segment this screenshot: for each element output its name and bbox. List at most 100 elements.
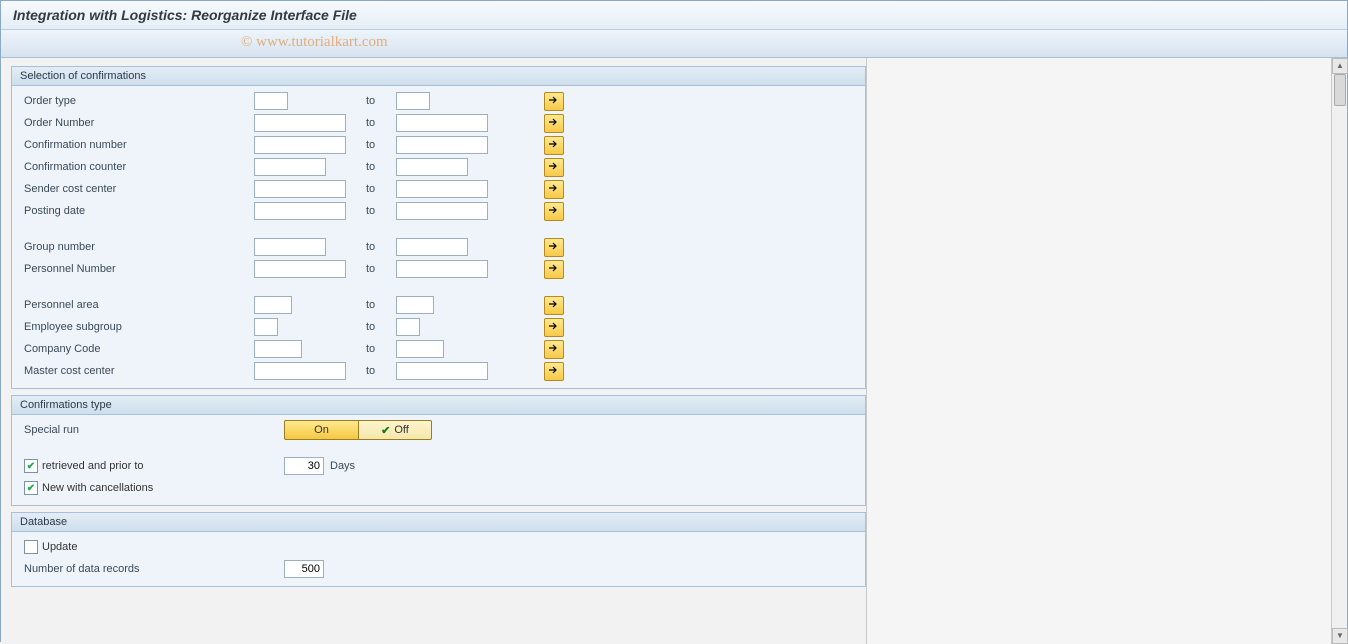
label-employee-subgroup: Employee subgroup bbox=[24, 321, 254, 333]
order-type-to-input[interactable] bbox=[396, 92, 430, 110]
confirmation-number-multiple-selection-button[interactable] bbox=[544, 136, 564, 155]
order-number-to-input[interactable] bbox=[396, 114, 488, 132]
toggle-on-label: On bbox=[314, 424, 329, 436]
range-row-confirmation-number: Confirmation number to bbox=[12, 134, 865, 156]
range-row-confirmation-counter: Confirmation counterto bbox=[12, 156, 865, 178]
special-run-off-button[interactable]: ✔ Off bbox=[358, 420, 432, 440]
arrow-right-icon bbox=[548, 161, 560, 174]
master-cost-center-to-input[interactable] bbox=[396, 362, 488, 380]
label-special-run: Special run bbox=[24, 424, 254, 436]
label-new-cancel: New with cancellations bbox=[42, 482, 153, 494]
update-checkbox[interactable] bbox=[24, 540, 38, 554]
scroll-up-icon[interactable]: ▲ bbox=[1332, 58, 1348, 74]
arrow-right-icon bbox=[548, 139, 560, 152]
group-header-conf-type: Confirmations type bbox=[12, 396, 865, 415]
to-label: to bbox=[366, 139, 396, 151]
arrow-right-icon bbox=[548, 241, 560, 254]
range-row-master-cost-center: Master cost centerto bbox=[12, 360, 865, 382]
company-code-multiple-selection-button[interactable] bbox=[544, 340, 564, 359]
sender-cost-center-multiple-selection-button[interactable] bbox=[544, 180, 564, 199]
arrow-right-icon bbox=[548, 117, 560, 130]
personnel-number-from-input[interactable] bbox=[254, 260, 346, 278]
toolbar: © www.tutorialkart.com bbox=[1, 30, 1347, 58]
posting-date-to-input[interactable] bbox=[396, 202, 488, 220]
to-label: to bbox=[366, 117, 396, 129]
personnel-number-multiple-selection-button[interactable] bbox=[544, 260, 564, 279]
arrow-right-icon bbox=[548, 365, 560, 378]
arrow-right-icon bbox=[548, 343, 560, 356]
new-cancel-checkbox[interactable]: ✔ bbox=[24, 481, 38, 495]
order-type-multiple-selection-button[interactable] bbox=[544, 92, 564, 111]
label-confirmation-number: Confirmation number bbox=[24, 139, 254, 151]
special-run-toggle[interactable]: On ✔ Off bbox=[284, 420, 432, 440]
master-cost-center-from-input[interactable] bbox=[254, 362, 346, 380]
arrow-right-icon bbox=[548, 299, 560, 312]
label-personnel-number: Personnel Number bbox=[24, 263, 254, 275]
confirmation-counter-multiple-selection-button[interactable] bbox=[544, 158, 564, 177]
company-code-from-input[interactable] bbox=[254, 340, 302, 358]
watermark-text: © www.tutorialkart.com bbox=[241, 34, 388, 51]
posting-date-multiple-selection-button[interactable] bbox=[544, 202, 564, 221]
label-personnel-area: Personnel area bbox=[24, 299, 254, 311]
to-label: to bbox=[366, 95, 396, 107]
confirmation-number-to-input[interactable] bbox=[396, 136, 488, 154]
employee-subgroup-to-input[interactable] bbox=[396, 318, 420, 336]
page-title: Integration with Logistics: Reorganize I… bbox=[1, 1, 1347, 30]
group-header-database: Database bbox=[12, 513, 865, 532]
range-row-order-type: Order type to bbox=[12, 90, 865, 112]
label-order-type: Order type bbox=[24, 95, 254, 107]
label-company-code: Company Code bbox=[24, 343, 254, 355]
scroll-thumb[interactable] bbox=[1334, 74, 1346, 106]
to-label: to bbox=[366, 343, 396, 355]
employee-subgroup-from-input[interactable] bbox=[254, 318, 278, 336]
label-order-number: Order Number bbox=[24, 117, 254, 129]
personnel-area-from-input[interactable] bbox=[254, 296, 292, 314]
confirmation-counter-to-input[interactable] bbox=[396, 158, 468, 176]
personnel-area-multiple-selection-button[interactable] bbox=[544, 296, 564, 315]
toggle-off-label: Off bbox=[394, 424, 408, 436]
group-header-selection: Selection of confirmations bbox=[12, 67, 865, 86]
to-label: to bbox=[366, 205, 396, 217]
group-number-from-input[interactable] bbox=[254, 238, 326, 256]
label-update: Update bbox=[42, 541, 77, 553]
confirmation-number-from-input[interactable] bbox=[254, 136, 346, 154]
vertical-scrollbar[interactable]: ▲ ▼ bbox=[1331, 58, 1347, 644]
group-number-to-input[interactable] bbox=[396, 238, 468, 256]
confirmation-counter-from-input[interactable] bbox=[254, 158, 326, 176]
employee-subgroup-multiple-selection-button[interactable] bbox=[544, 318, 564, 337]
to-label: to bbox=[366, 299, 396, 311]
sender-cost-center-from-input[interactable] bbox=[254, 180, 346, 198]
personnel-number-to-input[interactable] bbox=[396, 260, 488, 278]
label-retrieved: retrieved and prior to bbox=[42, 460, 144, 472]
master-cost-center-multiple-selection-button[interactable] bbox=[544, 362, 564, 381]
group-confirmations-type: Confirmations type Special run On ✔ Off bbox=[11, 395, 866, 506]
group-database: Database Update Number of data records bbox=[11, 512, 866, 587]
range-row-order-number: Order Number to bbox=[12, 112, 865, 134]
num-records-input[interactable] bbox=[284, 560, 324, 578]
posting-date-from-input[interactable] bbox=[254, 202, 346, 220]
special-run-on-button[interactable]: On bbox=[284, 420, 358, 440]
range-row-group-number: Group numberto bbox=[12, 236, 865, 258]
label-num-records: Number of data records bbox=[24, 563, 254, 575]
label-confirmation-counter: Confirmation counter bbox=[24, 161, 254, 173]
arrow-right-icon bbox=[548, 321, 560, 334]
personnel-area-to-input[interactable] bbox=[396, 296, 434, 314]
right-empty-pane: ▲ ▼ bbox=[866, 58, 1347, 644]
arrow-right-icon bbox=[548, 263, 560, 276]
to-label: to bbox=[366, 241, 396, 253]
range-row-sender-cost-center: Sender cost centerto bbox=[12, 178, 865, 200]
order-number-multiple-selection-button[interactable] bbox=[544, 114, 564, 133]
company-code-to-input[interactable] bbox=[396, 340, 444, 358]
group-number-multiple-selection-button[interactable] bbox=[544, 238, 564, 257]
to-label: to bbox=[366, 263, 396, 275]
check-icon: ✔ bbox=[381, 424, 390, 437]
range-row-posting-date: Posting dateto bbox=[12, 200, 865, 222]
retrieved-days-input[interactable] bbox=[284, 457, 324, 475]
arrow-right-icon bbox=[548, 205, 560, 218]
label-master-cost-center: Master cost center bbox=[24, 365, 254, 377]
group-selection-confirmations: Selection of confirmations Order typetoO… bbox=[11, 66, 866, 389]
order-type-from-input[interactable] bbox=[254, 92, 288, 110]
retrieved-checkbox[interactable]: ✔ bbox=[24, 459, 38, 473]
order-number-from-input[interactable] bbox=[254, 114, 346, 132]
sender-cost-center-to-input[interactable] bbox=[396, 180, 488, 198]
